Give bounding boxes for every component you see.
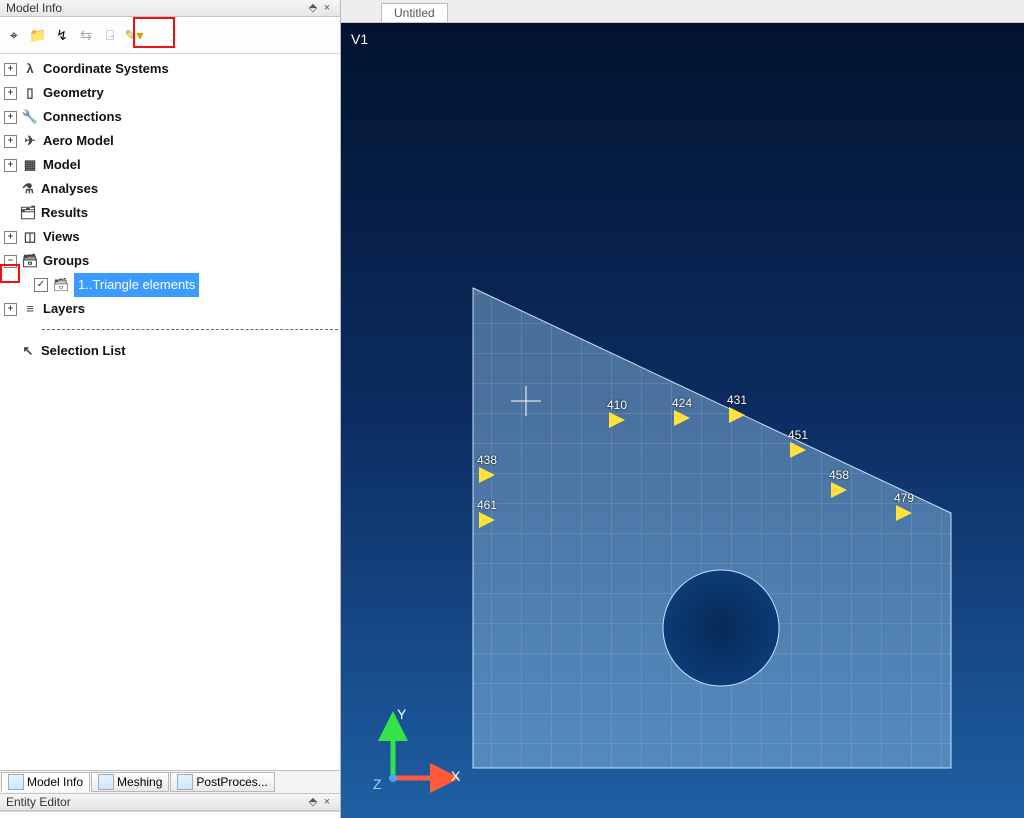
element-id-label: 410: [607, 398, 627, 412]
triangle-element-icon: [674, 410, 690, 426]
tree-twisty-icon[interactable]: +: [4, 231, 17, 244]
pin-icon[interactable]: ⬘: [306, 796, 320, 809]
view-tab-untitled[interactable]: Untitled: [381, 3, 448, 22]
tree-twisty-icon[interactable]: +: [4, 135, 17, 148]
group-icon: 🗃: [52, 277, 70, 293]
tree-label: Layers: [43, 297, 85, 321]
tree-twisty-icon[interactable]: [4, 346, 15, 357]
tree-label: Views: [43, 225, 80, 249]
toolbar-btn-5[interactable]: ⍈: [100, 25, 120, 45]
tree-twisty-icon[interactable]: +: [4, 159, 17, 172]
element-id-label: 479: [894, 491, 914, 505]
tree-twisty-icon[interactable]: +: [4, 111, 17, 124]
tree-type-icon: 🔧: [21, 109, 39, 125]
tree-twisty-icon[interactable]: +: [4, 303, 17, 316]
element-id-label: 424: [672, 396, 692, 410]
tree-twisty-icon[interactable]: +: [4, 63, 17, 76]
tab-icon: [98, 774, 114, 790]
element-id-label: 461: [477, 498, 497, 512]
tree-layers[interactable]: + ≡Layers: [2, 297, 338, 321]
tree-type-icon: ⚗: [19, 181, 37, 197]
axis-x-label: X: [451, 768, 460, 784]
btab-postproc[interactable]: PostProces...: [170, 772, 274, 792]
tree-groups[interactable]: −🗃Groups: [2, 249, 338, 273]
triangle-element-icon: [609, 412, 625, 428]
graphics-viewport[interactable]: V1: [341, 23, 1024, 818]
tree-label: Selection List: [41, 339, 126, 363]
triangle-element-icon: [729, 407, 745, 423]
btab-model-info[interactable]: Model Info: [1, 772, 90, 792]
tree-label: Connections: [43, 105, 122, 129]
tree-twisty-icon[interactable]: [4, 208, 15, 219]
tab-icon: [8, 774, 24, 790]
axis-triad: Y X Z: [373, 708, 453, 788]
triangle-element-icon: [479, 467, 495, 483]
tree-type-icon: ≡: [21, 301, 39, 317]
toolbar-btn-1[interactable]: ⌖: [4, 25, 24, 45]
pin-icon[interactable]: ⬘: [306, 2, 320, 15]
tree-type-icon: ◫: [21, 229, 39, 245]
close-icon[interactable]: ×: [320, 796, 334, 809]
tree-twisty-icon[interactable]: +: [4, 87, 17, 100]
element-id-label: 451: [788, 428, 808, 442]
btab-meshing[interactable]: Meshing: [91, 772, 169, 792]
tree-type-icon: ▦: [21, 157, 39, 173]
model-tree[interactable]: + λCoordinate Systems + ▯Geometry + 🔧Connecti…: [0, 54, 340, 770]
tree-geometry[interactable]: + ▯Geometry: [2, 81, 338, 105]
entity-editor-title-bar: Entity Editor ⬘ ×: [0, 793, 340, 811]
axis-z-label: Z: [373, 776, 382, 792]
tree-label: Groups: [43, 249, 89, 273]
tree-coord-systems[interactable]: + λCoordinate Systems: [2, 57, 338, 81]
tree-type-icon: ↖: [19, 343, 37, 359]
element-id-label: 431: [727, 393, 747, 407]
tree-model[interactable]: + ▦Model: [2, 153, 338, 177]
tree-label: Geometry: [43, 81, 104, 105]
tree-results[interactable]: 🗂Results: [2, 201, 338, 225]
tree-analyses[interactable]: ⚗Analyses: [2, 177, 338, 201]
toolbar-btn-3[interactable]: ↯: [52, 25, 72, 45]
element-id-label: 458: [829, 468, 849, 482]
tab-label: Meshing: [117, 775, 162, 789]
tree-type-icon: λ: [21, 61, 39, 77]
entity-editor-body: [0, 811, 340, 818]
tree-twisty-icon[interactable]: −: [4, 255, 17, 268]
tree-label: Results: [41, 201, 88, 225]
tree-type-icon: 🗃: [21, 253, 39, 269]
toolbar-btn-2[interactable]: 📁: [28, 25, 48, 45]
tree-selection[interactable]: ↖Selection List: [2, 339, 338, 363]
checkbox-icon[interactable]: ✓: [34, 278, 48, 292]
tree-views[interactable]: + ◫Views: [2, 225, 338, 249]
triangle-element-icon: [831, 482, 847, 498]
tree-group-triangle[interactable]: ✓ 🗃1..Triangle elements: [2, 273, 338, 297]
tab-label: Model Info: [27, 775, 83, 789]
tree-label: Model: [43, 153, 81, 177]
toolbar-btn-4[interactable]: ⇆: [76, 25, 96, 45]
model-info-title-bar: Model Info ⬘ ×: [0, 0, 340, 17]
model-info-title: Model Info: [6, 1, 306, 15]
toolbar-btn-highlight[interactable]: ✎▾: [124, 25, 144, 45]
axis-y-label: Y: [397, 706, 406, 722]
tree-type-icon: ▯: [21, 85, 39, 101]
tab-label: PostProces...: [196, 775, 267, 789]
tree-label: Coordinate Systems: [43, 57, 169, 81]
tree-separator: [42, 329, 338, 331]
tree-type-icon: 🗂: [19, 205, 37, 221]
tab-icon: [177, 774, 193, 790]
close-icon[interactable]: ×: [320, 2, 334, 15]
bottom-tab-bar: Model Info Meshing PostProces...: [0, 770, 340, 793]
tree-label: 1..Triangle elements: [74, 273, 199, 297]
tree-twisty-icon[interactable]: [4, 184, 15, 195]
tree-type-icon: ✈: [21, 133, 39, 149]
entity-editor-title: Entity Editor: [6, 795, 306, 809]
triangle-element-icon: [790, 442, 806, 458]
model-info-toolbar: ⌖ 📁 ↯ ⇆ ⍈ ✎▾: [0, 17, 340, 54]
tree-label: Aero Model: [43, 129, 114, 153]
triangle-element-icon: [479, 512, 495, 528]
tree-connections[interactable]: + 🔧Connections: [2, 105, 338, 129]
view-tab-bar: Untitled: [341, 0, 1024, 23]
tree-aero[interactable]: + ✈Aero Model: [2, 129, 338, 153]
element-id-label: 438: [477, 453, 497, 467]
tree-label: Analyses: [41, 177, 98, 201]
triangle-element-icon: [896, 505, 912, 521]
